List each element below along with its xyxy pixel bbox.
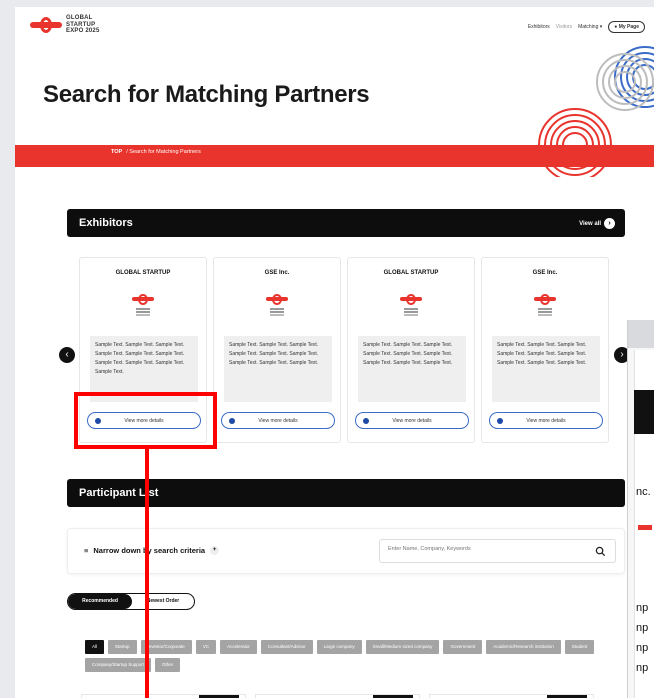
participant-list-header: Participant List: [67, 479, 625, 507]
tag-startup[interactable]: Startup: [108, 640, 137, 654]
sort-recommended[interactable]: Recommended: [68, 594, 132, 609]
search-box[interactable]: [379, 539, 616, 563]
view-details-button[interactable]: View more details: [489, 412, 603, 429]
overlay-titlebar: [628, 320, 654, 348]
tag-small-company[interactable]: Small/Medium sized company: [365, 640, 440, 654]
tag-academic[interactable]: Academic/Research institution: [486, 640, 561, 654]
overlay-dark-block: [634, 390, 654, 434]
tag-consultant[interactable]: Consultant/Advisor: [260, 640, 313, 654]
exhibitor-description: Sample Text. Sample Text. Sample Text. S…: [492, 336, 600, 402]
tag-government[interactable]: Government: [443, 640, 483, 654]
breadcrumb: TOP / Search for Matching Partners: [111, 149, 201, 155]
tag-accelerator[interactable]: Accelerator: [220, 640, 257, 654]
top-nav: Exhibitors Visitors Matching ▾ ● My Page: [528, 21, 645, 33]
overlay-text: np: [636, 602, 649, 614]
highlight-box: [74, 392, 217, 449]
search-input[interactable]: [388, 546, 588, 552]
participant-card[interactable]: [81, 694, 246, 698]
exhibitor-name: GSE Inc.: [264, 270, 290, 276]
filter-icon: ≡: [84, 546, 89, 555]
page-title: Search for Matching Partners: [43, 81, 370, 108]
exhibitors-header: Exhibitors View all ›: [67, 209, 625, 237]
breadcrumb-current: Search for Matching Partners: [129, 149, 201, 155]
tag-large-company[interactable]: Large company: [316, 640, 362, 654]
overlay-red-mark: [638, 525, 652, 530]
user-icon: ●: [614, 24, 618, 30]
exhibitor-card[interactable]: GLOBAL STARTUP Sample Text. Sample Text.…: [347, 257, 475, 443]
nav-matching[interactable]: Matching ▾: [578, 24, 602, 30]
my-page-button[interactable]: ● My Page: [608, 21, 645, 33]
exhibitor-name: GSE Inc.: [532, 270, 558, 276]
chevron-right-icon: ›: [620, 349, 624, 360]
overlay-text: nc.: [636, 486, 651, 498]
exhibitor-name: GLOBAL STARTUP: [383, 270, 439, 276]
breadcrumb-top[interactable]: TOP: [111, 149, 122, 155]
overlay-text: np: [636, 662, 649, 674]
view-details-button[interactable]: View more details: [355, 412, 469, 429]
exhibitor-name: GLOBAL STARTUP: [115, 270, 171, 276]
participant-card[interactable]: [429, 694, 594, 698]
tag-vc[interactable]: VC: [195, 640, 217, 654]
highlight-pointer-line: [145, 449, 149, 698]
logo-mark: [30, 16, 62, 34]
view-details-button[interactable]: View more details: [221, 412, 335, 429]
exhibitor-logo: [266, 294, 288, 318]
exhibitor-description: Sample Text. Sample Text. Sample Text. S…: [224, 336, 332, 402]
sort-toggle: Recommended Newest Order: [67, 593, 195, 610]
search-icon[interactable]: [595, 546, 606, 557]
arrow-right-icon: ›: [604, 218, 615, 229]
tag-other[interactable]: Other: [155, 658, 181, 672]
participant-card[interactable]: [255, 694, 420, 698]
logo-text: GLOBAL STARTUP EXPO 2025: [66, 15, 100, 34]
nav-exhibitors[interactable]: Exhibitors: [528, 24, 550, 30]
carousel-prev-button[interactable]: ‹: [59, 347, 75, 363]
overlapping-window: nc. np np np np: [627, 320, 654, 698]
overlay-text: np: [636, 622, 649, 634]
sort-newest[interactable]: Newest Order: [132, 594, 194, 609]
narrow-down-toggle[interactable]: ≡ Narrow down by search criteria +: [84, 546, 220, 555]
category-tags: All Startup Investor/Corporate VC Accele…: [85, 640, 605, 672]
exhibitor-logo: [132, 294, 154, 318]
exhibitor-card[interactable]: GSE Inc. Sample Text. Sample Text. Sampl…: [481, 257, 609, 443]
plus-icon: +: [210, 546, 220, 555]
exhibitor-logo: [400, 294, 422, 318]
site-logo[interactable]: GLOBAL STARTUP EXPO 2025: [30, 15, 100, 35]
exhibitor-description: Sample Text. Sample Text. Sample Text. S…: [358, 336, 466, 402]
overlay-text: np: [636, 642, 649, 654]
search-panel: ≡ Narrow down by search criteria +: [67, 528, 625, 574]
chevron-left-icon: ‹: [65, 349, 69, 360]
page: GLOBAL STARTUP EXPO 2025 Exhibitors Visi…: [15, 7, 654, 698]
tag-student[interactable]: Student: [564, 640, 595, 654]
view-all-link[interactable]: View all ›: [579, 218, 615, 229]
exhibitor-card[interactable]: GSE Inc. Sample Text. Sample Text. Sampl…: [213, 257, 341, 443]
exhibitor-logo: [534, 294, 556, 318]
nav-visitors[interactable]: Visitors: [556, 24, 572, 30]
tag-all[interactable]: All: [85, 640, 105, 654]
exhibitors-title: Exhibitors: [79, 217, 133, 229]
tag-support[interactable]: Company/Startup Support: [85, 658, 152, 672]
